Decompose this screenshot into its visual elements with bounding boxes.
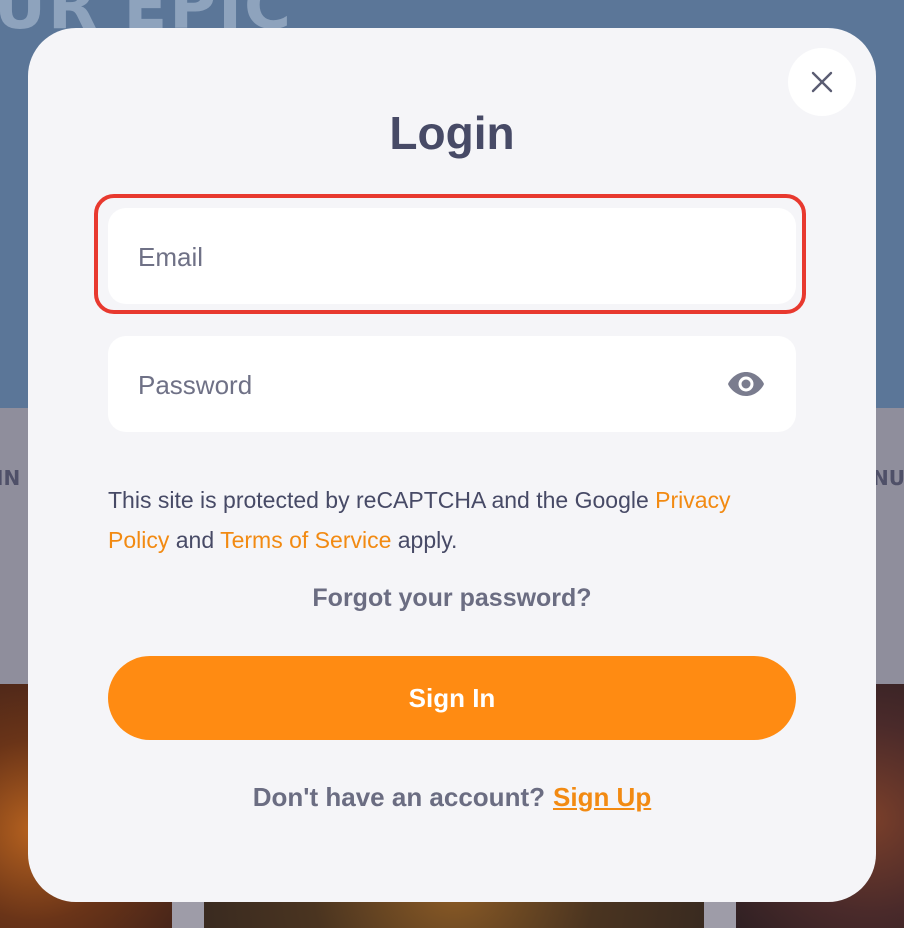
- sign-in-button[interactable]: Sign In: [108, 656, 796, 740]
- eye-icon: [728, 372, 764, 396]
- password-field[interactable]: [136, 336, 720, 434]
- login-modal: Login This site is protected by reCAPTCH…: [28, 28, 876, 902]
- sign-up-link[interactable]: Sign Up: [553, 782, 651, 812]
- modal-title: Login: [389, 107, 515, 159]
- close-icon: [811, 71, 833, 93]
- email-field-container: [108, 208, 796, 306]
- signup-row: Don't have an account? Sign Up: [28, 782, 876, 813]
- background-left-label: IN: [0, 466, 21, 490]
- password-field-container: [108, 336, 796, 434]
- recaptcha-notice: This site is protected by reCAPTCHA and …: [108, 480, 798, 560]
- recaptcha-notice-prefix: This site is protected by reCAPTCHA and …: [108, 487, 656, 513]
- forgot-password-link[interactable]: Forgot your password?: [28, 584, 876, 613]
- background-right-label: NU: [872, 466, 904, 490]
- email-field[interactable]: [136, 208, 720, 306]
- recaptcha-notice-suffix: apply.: [391, 527, 458, 553]
- terms-of-service-link[interactable]: Terms of Service: [220, 527, 391, 553]
- recaptcha-notice-middle: and: [169, 527, 221, 553]
- signup-prompt: Don't have an account?: [252, 782, 545, 812]
- show-password-button[interactable]: [726, 366, 766, 402]
